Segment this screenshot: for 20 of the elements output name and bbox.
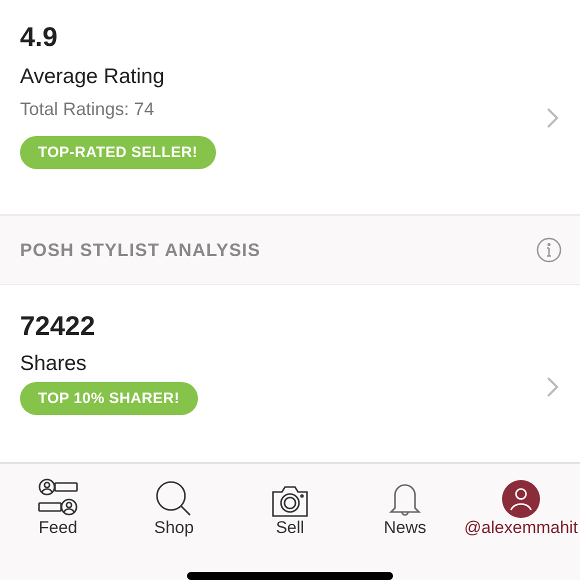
tab-bar-item[interactable]: Sell [232, 464, 348, 544]
info-icon[interactable] [536, 237, 562, 264]
chevron-icon[interactable] [546, 376, 560, 398]
tab-bar-item[interactable]: Feed [0, 464, 116, 544]
section-title: POSH STYLIST ANALYSIS [20, 240, 261, 261]
avatar-icon [502, 480, 540, 518]
sharer-badge: TOP 10% SHARER! [20, 382, 198, 416]
total-ratings: Total Ratings: 74 [20, 99, 154, 120]
rating-label: Average Rating [20, 65, 164, 89]
tab-bar-item[interactable]: @alexemmahit [462, 464, 580, 544]
chevron-icon[interactable] [546, 107, 560, 130]
shares-label: Shares [20, 352, 87, 376]
shares-value: 72422 [20, 311, 96, 342]
tab-bar-item[interactable]: Shop [116, 464, 232, 544]
camera-icon [271, 484, 309, 518]
seller-badge: TOP-RATED SELLER! [20, 136, 216, 169]
tab-bar-item[interactable]: News [348, 464, 462, 544]
search-icon [155, 480, 193, 518]
rating-value: 4.9 [20, 22, 58, 53]
people-list-icon [37, 478, 79, 518]
